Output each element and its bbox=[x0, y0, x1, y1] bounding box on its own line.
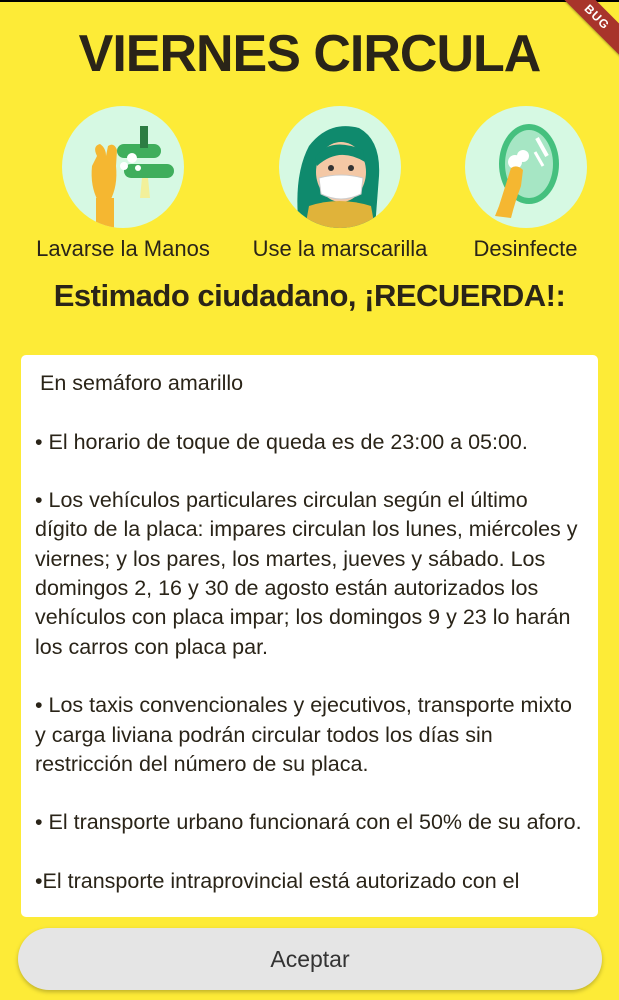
info-paragraph: En semáforo amarillo bbox=[40, 371, 244, 395]
info-paragraph: • El transporte urbano funcionará con el… bbox=[35, 810, 582, 835]
safety-tips: Lavarse la Manos Use la marscarilla Desi… bbox=[0, 106, 619, 266]
info-paragraph: • Los vehículos particulares circulan se… bbox=[35, 488, 578, 659]
info-text: En semáforo amarillo • El horario de toq… bbox=[21, 355, 598, 896]
info-paragraph: • El horario de toque de queda es de 23:… bbox=[35, 429, 528, 454]
tip-disinfect: Desinfecte bbox=[463, 106, 588, 262]
reminder-heading: Estimado ciudadano, ¡RECUERDA!: bbox=[53, 278, 566, 313]
tip-label: Use la marscarilla bbox=[252, 236, 428, 261]
tip-face-mask: Use la marscarilla bbox=[245, 106, 435, 262]
hand-washing-icon bbox=[62, 106, 184, 228]
info-card[interactable]: En semáforo amarillo • El horario de toq… bbox=[21, 355, 598, 917]
info-paragraph: •El transporte intraprovincial está auto… bbox=[35, 869, 520, 894]
disinfect-icon bbox=[464, 106, 587, 228]
page-title: VIERNES CIRCULA bbox=[78, 25, 542, 83]
tip-hand-washing: Lavarse la Manos bbox=[30, 106, 216, 262]
tip-label: Desinfecte bbox=[473, 236, 578, 261]
tip-label: Lavarse la Manos bbox=[36, 236, 210, 261]
face-mask-icon bbox=[279, 106, 401, 228]
info-paragraph: • Los taxis convencionales y ejecutivos,… bbox=[35, 693, 572, 776]
accept-button[interactable]: Aceptar bbox=[18, 928, 602, 990]
top-edge bbox=[0, 0, 619, 2]
